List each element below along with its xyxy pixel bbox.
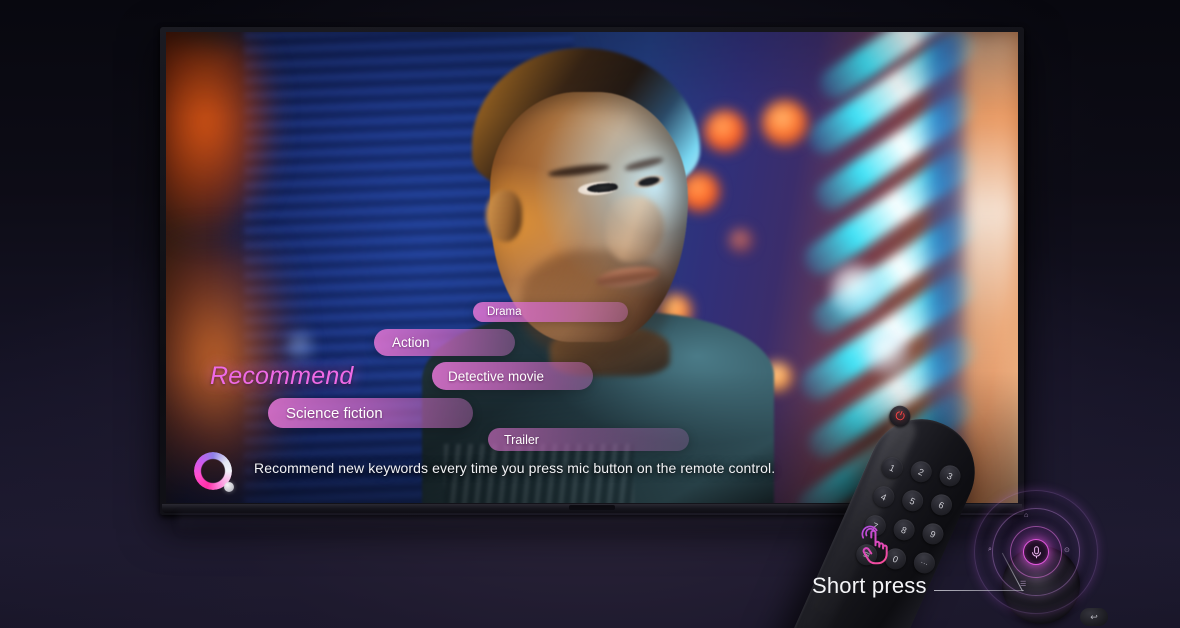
keyword-pill-trailer[interactable]: Trailer [488,428,689,451]
remote-key-6[interactable]: 6 [927,491,956,519]
keyword-pill-science-fiction[interactable]: Science fiction [268,398,473,428]
mic-icon[interactable] [1023,539,1049,565]
remote-key-1[interactable]: 1 [878,453,907,482]
short-press-label: Short press [812,573,927,598]
keyword-pill-drama[interactable]: Drama [473,302,628,322]
wheel-label-left: ⌕ [988,546,993,553]
keyword-pill-action[interactable]: Action [374,329,515,356]
tap-hand-icon [852,524,898,570]
remote-key-5[interactable]: 5 [898,486,927,515]
keyword-pill-detective-movie[interactable]: Detective movie [432,362,593,390]
scene-root: Recommend Drama Action Detective movie S… [0,0,1180,628]
remote-key-3[interactable]: 3 [936,461,964,490]
remote-mic-highlight[interactable]: ⌂ ⊙ ☰ ⌕ [972,488,1100,616]
recommend-title: Recommend [210,362,354,390]
remote-key-9[interactable]: 9 [919,520,947,548]
wheel-label-right: ⊙ [1064,547,1071,554]
remote-key-2[interactable]: 2 [907,457,936,486]
thinq-ai-ring-icon [194,452,238,496]
tv-brand-logo [569,505,615,510]
remote-key-4[interactable]: 4 [869,482,898,511]
callout-leader-line [934,590,1024,591]
wheel-label-top: ⌂ [1024,512,1029,519]
screen-caption: Recommend new keywords every time you pr… [254,460,776,476]
